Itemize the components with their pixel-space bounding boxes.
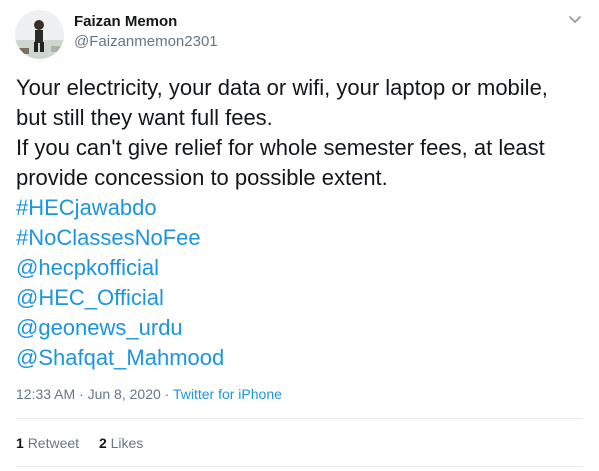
- hashtag-link-noclassesnofee[interactable]: #NoClassesNoFee: [16, 223, 591, 253]
- tweet-text-line: Your electricity, your data or wifi, you…: [16, 75, 548, 100]
- hashtag-link-hecjawabdo[interactable]: #HECjawabdo: [16, 193, 591, 223]
- tweet-meta: 12:33 AM · Jun 8, 2020 · Twitter for iPh…: [16, 386, 282, 402]
- mention-link-shafqat-mahmood[interactable]: @Shafqat_Mahmood: [16, 343, 591, 373]
- tweet-stats: 1 Retweet 2 Likes: [16, 435, 159, 451]
- author-name[interactable]: Faizan Memon: [74, 13, 177, 30]
- tweet-card: Faizan Memon @Faizanmemon2301 Your elect…: [0, 0, 599, 471]
- retweets-stat[interactable]: 1 Retweet: [16, 435, 79, 451]
- tweet-text-line: provide concession to possible extent.: [16, 165, 388, 190]
- likes-count: 2: [98, 435, 107, 451]
- divider: [16, 466, 583, 467]
- mention-link-hecpkofficial[interactable]: @hecpkofficial: [16, 253, 591, 283]
- divider: [16, 418, 583, 419]
- mention-link-geonews-urdu[interactable]: @geonews_urdu: [16, 313, 591, 343]
- tweet-text-line: but still they want full fees.: [16, 105, 273, 130]
- mention-link-hec-official[interactable]: @HEC_Official: [16, 283, 591, 313]
- author-handle[interactable]: @Faizanmemon2301: [74, 33, 218, 50]
- source-link[interactable]: Twitter for iPhone: [173, 386, 282, 402]
- tweet-text-line: If you can't give relief for whole semes…: [16, 135, 545, 160]
- profile-photo-icon: [15, 10, 64, 59]
- retweets-count: 1: [16, 435, 24, 451]
- chevron-down-icon[interactable]: [566, 10, 584, 28]
- retweets-label: Retweet: [27, 435, 80, 451]
- tweet-text: Your electricity, your data or wifi, you…: [16, 73, 591, 373]
- likes-stat[interactable]: 2 Likes: [99, 435, 143, 451]
- avatar[interactable]: [15, 10, 64, 59]
- likes-label: Likes: [110, 435, 144, 451]
- timestamp[interactable]: 12:33 AM · Jun 8, 2020 ·: [16, 386, 173, 402]
